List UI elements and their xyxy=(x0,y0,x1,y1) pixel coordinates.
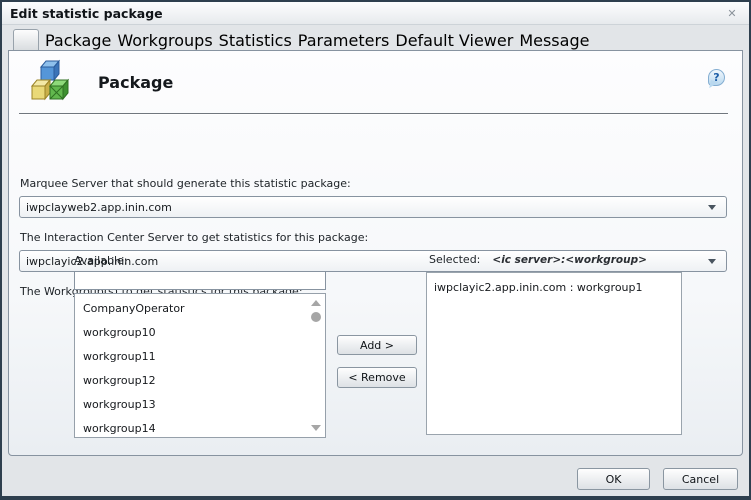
available-filter-input[interactable] xyxy=(74,271,326,290)
ok-button[interactable]: OK xyxy=(577,468,650,490)
heading-divider xyxy=(19,113,728,114)
dialog-title: Edit statistic package xyxy=(2,6,163,21)
selected-header: Selected: <ic server>:<workgroup> xyxy=(429,253,647,266)
tab[interactable] xyxy=(13,29,39,50)
page-title: Package xyxy=(98,73,173,92)
marquee-server-value: iwpclayweb2.app.inin.com xyxy=(26,201,172,214)
chevron-down-icon xyxy=(708,259,716,264)
add-button[interactable]: Add > xyxy=(337,335,417,355)
tab-label: Package xyxy=(45,31,111,50)
title-bar: Edit statistic package ✕ xyxy=(2,2,749,25)
list-item[interactable]: workgroup14 xyxy=(75,417,325,438)
available-list-scrollbar[interactable] xyxy=(308,296,323,435)
remove-button[interactable]: < Remove xyxy=(337,367,417,388)
list-item[interactable]: iwpclayic2.app.inin.com : workgroup1 xyxy=(427,275,681,294)
close-icon[interactable]: ✕ xyxy=(724,5,740,21)
selected-format-hint: <ic server>:<workgroup> xyxy=(492,254,647,266)
scrollbar-thumb[interactable] xyxy=(311,312,321,322)
scroll-down-icon[interactable] xyxy=(311,425,321,431)
tab-label: Workgroups xyxy=(117,31,212,50)
selected-label: Selected: xyxy=(429,253,480,266)
chevron-down-icon xyxy=(708,205,716,210)
package-cubes-icon xyxy=(29,59,69,105)
scroll-up-icon[interactable] xyxy=(311,300,321,306)
cancel-button[interactable]: Cancel xyxy=(663,468,738,490)
workgroups-tab-panel: Package ? Marquee Server that should gen… xyxy=(8,50,743,456)
available-label: Available: xyxy=(74,254,128,267)
list-item[interactable]: workgroup12 xyxy=(75,369,325,393)
list-item[interactable]: workgroup13 xyxy=(75,393,325,417)
list-item[interactable]: workgroup10 xyxy=(75,321,325,345)
ic-server-label: The Interaction Center Server to get sta… xyxy=(20,231,368,244)
tab-label: Parameters xyxy=(298,31,390,50)
tab-label: Default Viewer xyxy=(395,31,513,50)
help-icon[interactable]: ? xyxy=(708,69,725,86)
tab-strip: Package Workgroups Statistics Parameters Def… xyxy=(13,25,589,50)
list-item[interactable]: CompanyOperator xyxy=(75,297,325,321)
list-item[interactable]: workgroup11 xyxy=(75,345,325,369)
marquee-server-label: Marquee Server that should generate this… xyxy=(20,177,351,190)
edit-statistic-package-dialog: Edit statistic package ✕ Package Workgrou… xyxy=(0,0,751,500)
tab-label: Statistics xyxy=(219,31,292,50)
available-list[interactable]: CompanyOperatorworkgroup10workgroup11wor… xyxy=(74,293,326,438)
marquee-server-dropdown[interactable]: iwpclayweb2.app.inin.com xyxy=(19,196,727,218)
selected-list[interactable]: iwpclayic2.app.inin.com : workgroup1 xyxy=(426,272,682,435)
tab-label: Message xyxy=(519,31,589,50)
